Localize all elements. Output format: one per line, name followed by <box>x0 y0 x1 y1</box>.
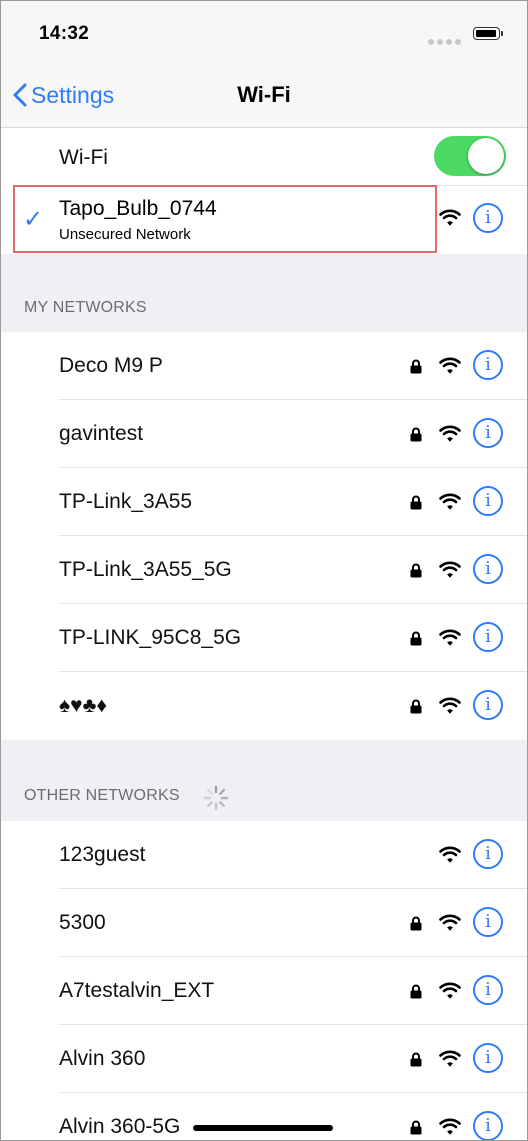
network-row[interactable]: A7testalvin_EXT i <box>1 957 527 1025</box>
network-row[interactable]: TP-Link_3A55 i <box>1 468 527 536</box>
info-icon[interactable]: i <box>473 350 503 380</box>
home-indicator <box>193 1125 333 1131</box>
network-row[interactable]: Alvin 360 i <box>1 1025 527 1093</box>
lock-icon <box>410 984 422 999</box>
wifi-icon <box>439 629 461 646</box>
info-icon[interactable]: i <box>473 1111 503 1140</box>
navigation-bar: Settings Wi-Fi <box>1 63 527 128</box>
lock-icon <box>410 563 422 578</box>
wifi-icon <box>439 982 461 999</box>
network-row[interactable]: gavintest i <box>1 400 527 468</box>
wifi-icon <box>439 697 461 714</box>
info-icon[interactable]: i <box>473 554 503 584</box>
wifi-icon <box>439 493 461 510</box>
wifi-icon <box>439 1050 461 1067</box>
page-title: Wi-Fi <box>237 82 291 107</box>
wifi-icon <box>439 425 461 442</box>
info-icon[interactable]: i <box>473 907 503 937</box>
other-networks-header: OTHER NETWORKS <box>24 787 180 804</box>
wifi-toggle[interactable] <box>434 136 506 176</box>
info-icon[interactable]: i <box>473 975 503 1005</box>
my-networks-list: Deco M9 Pi gavintest i TP-Link_3A55 i TP-Link… <box>1 332 527 740</box>
network-name: Alvin 360 <box>59 1047 146 1070</box>
network-row[interactable]: Alvin 360-5G i <box>1 1093 527 1140</box>
wifi-toggle-label: Wi-Fi <box>59 146 108 169</box>
network-name: ♠♥♣♦ <box>59 694 108 717</box>
network-name: TP-LINK_95C8_5G <box>59 626 242 649</box>
network-row[interactable]: 5300 i <box>1 889 527 957</box>
info-icon[interactable]: i <box>473 1043 503 1073</box>
network-name: 5300 <box>59 911 106 934</box>
network-name: A7testalvin_EXT <box>59 979 215 1002</box>
lock-icon <box>410 1120 422 1135</box>
battery-icon <box>473 27 503 40</box>
other-networks-list: 123guest i 5300 i A7testalvin_EXT i Alvin 360 i… <box>1 821 527 1140</box>
network-row[interactable]: TP-Link_3A55_5G i <box>1 536 527 604</box>
network-row[interactable]: 123guest i <box>1 821 527 889</box>
my-networks-header: MY NETWORKS <box>24 299 147 316</box>
network-name: gavintest <box>59 422 144 445</box>
wifi-icon <box>439 846 461 863</box>
info-icon[interactable]: i <box>473 486 503 516</box>
lock-icon <box>410 631 422 646</box>
network-row[interactable]: TP-LINK_95C8_5G i <box>1 604 527 672</box>
wifi-icon <box>439 1118 461 1135</box>
screen: 14:32 Settings Wi-Fi Wi-Fi ✓ Tapo_Bulb_0… <box>0 0 528 1141</box>
status-time: 14:32 <box>39 23 90 44</box>
network-name: Alvin 360-5G <box>59 1115 181 1138</box>
lock-icon <box>410 699 422 714</box>
info-icon[interactable]: i <box>473 839 503 869</box>
lock-icon <box>410 427 422 442</box>
lock-icon <box>410 359 422 374</box>
network-row[interactable]: ♠♥♣♦ i <box>1 672 527 740</box>
network-name: Deco M9 P <box>59 354 163 377</box>
network-row[interactable]: Deco M9 P i <box>1 332 527 400</box>
lock-icon <box>410 495 422 510</box>
lock-icon <box>410 1052 422 1067</box>
info-icon[interactable]: i <box>473 418 503 448</box>
signal-strength-icon <box>428 32 472 45</box>
lock-icon <box>410 916 422 931</box>
info-icon[interactable]: i <box>473 203 503 233</box>
info-icon[interactable]: i <box>473 622 503 652</box>
wifi-icon <box>439 357 461 374</box>
wifi-icon <box>439 561 461 578</box>
status-bar: 14:32 <box>1 1 527 63</box>
wifi-icon <box>439 914 461 931</box>
wifi-icon <box>439 209 461 226</box>
network-name: 123guest <box>59 843 146 866</box>
network-name: TP-Link_3A55 <box>59 490 193 513</box>
selection-highlight <box>13 185 437 253</box>
info-icon[interactable]: i <box>473 690 503 720</box>
network-name: TP-Link_3A55_5G <box>59 558 232 581</box>
loading-spinner-icon <box>203 785 229 811</box>
